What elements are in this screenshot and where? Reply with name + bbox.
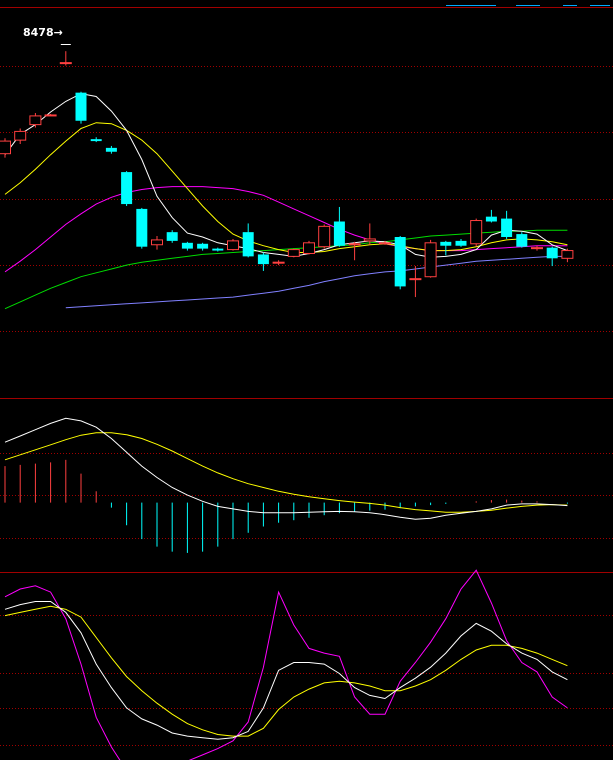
candle-10 bbox=[151, 236, 163, 250]
candle-body bbox=[197, 243, 209, 249]
candle-body bbox=[90, 139, 102, 142]
candle-6 bbox=[90, 137, 102, 143]
candle-19 bbox=[287, 248, 300, 258]
candle-body bbox=[485, 216, 497, 222]
candle-body bbox=[501, 218, 513, 237]
candle-body bbox=[166, 232, 178, 241]
candle-body bbox=[136, 208, 148, 247]
candle-14 bbox=[212, 247, 224, 252]
candle-body bbox=[303, 242, 315, 254]
macd-dea-line bbox=[4, 432, 568, 513]
candle-21 bbox=[318, 224, 331, 249]
candle-body bbox=[424, 242, 437, 278]
candle-body bbox=[75, 92, 87, 121]
candle-body bbox=[272, 261, 285, 264]
max-price-pointer: → bbox=[53, 26, 63, 39]
candle-18 bbox=[272, 260, 285, 266]
max-price-value: 8478 bbox=[23, 26, 54, 39]
candle-33 bbox=[501, 210, 513, 239]
candle-body bbox=[227, 240, 239, 251]
candle-34 bbox=[516, 232, 528, 248]
candle-36 bbox=[546, 246, 558, 267]
candle-body bbox=[121, 172, 133, 205]
candle-7 bbox=[105, 145, 117, 154]
candle-27 bbox=[409, 266, 422, 298]
candle-body bbox=[455, 240, 467, 246]
candle-body bbox=[44, 114, 57, 117]
candle-20 bbox=[303, 240, 315, 255]
candle-3 bbox=[44, 113, 57, 117]
candle-29 bbox=[440, 240, 452, 256]
candle-body bbox=[363, 238, 376, 242]
candle-body bbox=[516, 234, 528, 247]
max-price-label: 8478→ bbox=[23, 26, 63, 39]
candle-body bbox=[151, 239, 163, 246]
candle-body bbox=[440, 241, 452, 246]
candle-0 bbox=[0, 138, 11, 158]
candle-body bbox=[348, 243, 361, 246]
candle-body bbox=[409, 278, 422, 281]
candle-body bbox=[470, 220, 483, 245]
candle-body bbox=[379, 242, 391, 245]
stock-chart[interactable] bbox=[0, 0, 613, 760]
candle-22 bbox=[333, 206, 345, 247]
candle-16 bbox=[242, 223, 254, 258]
candle-body bbox=[14, 130, 27, 141]
grid-lines bbox=[0, 7, 613, 746]
candle-4 bbox=[59, 51, 72, 66]
candle-17 bbox=[257, 252, 269, 271]
candle-body bbox=[29, 115, 42, 126]
price-panel bbox=[0, 44, 574, 310]
candle-body bbox=[0, 140, 11, 155]
candle-body bbox=[257, 254, 269, 265]
candle-26 bbox=[394, 236, 406, 290]
candle-30 bbox=[455, 238, 467, 247]
candle-13 bbox=[197, 242, 209, 251]
candle-body bbox=[394, 237, 406, 287]
candle-body bbox=[59, 62, 72, 65]
candle-9 bbox=[136, 207, 148, 249]
ma60-line bbox=[4, 229, 568, 310]
candle-body bbox=[181, 242, 193, 249]
candle-37 bbox=[561, 248, 574, 263]
candle-8 bbox=[121, 171, 133, 206]
candle-body bbox=[287, 249, 300, 257]
candle-12 bbox=[181, 241, 193, 251]
candle-1 bbox=[14, 128, 27, 144]
candle-body bbox=[333, 221, 345, 246]
kdj-k-line bbox=[4, 601, 568, 740]
candle-31 bbox=[470, 218, 483, 247]
ma120-line bbox=[65, 255, 568, 309]
candle-23 bbox=[348, 241, 361, 261]
kdj-d-line bbox=[4, 605, 568, 737]
macd-panel bbox=[4, 417, 568, 553]
candle-28 bbox=[424, 239, 437, 278]
candle-body bbox=[318, 225, 331, 248]
candle-body bbox=[242, 232, 254, 257]
candle-body bbox=[212, 248, 224, 251]
candle-15 bbox=[227, 238, 239, 251]
kdj-panel bbox=[4, 569, 568, 760]
candle-body bbox=[531, 247, 543, 250]
candle-body bbox=[546, 247, 558, 259]
candle-32 bbox=[485, 209, 497, 223]
candle-11 bbox=[166, 230, 178, 243]
candle-body bbox=[561, 250, 574, 259]
kdj-j-line bbox=[4, 569, 568, 760]
candle-2 bbox=[29, 113, 42, 128]
candle-body bbox=[105, 147, 117, 152]
candle-5 bbox=[75, 91, 87, 124]
